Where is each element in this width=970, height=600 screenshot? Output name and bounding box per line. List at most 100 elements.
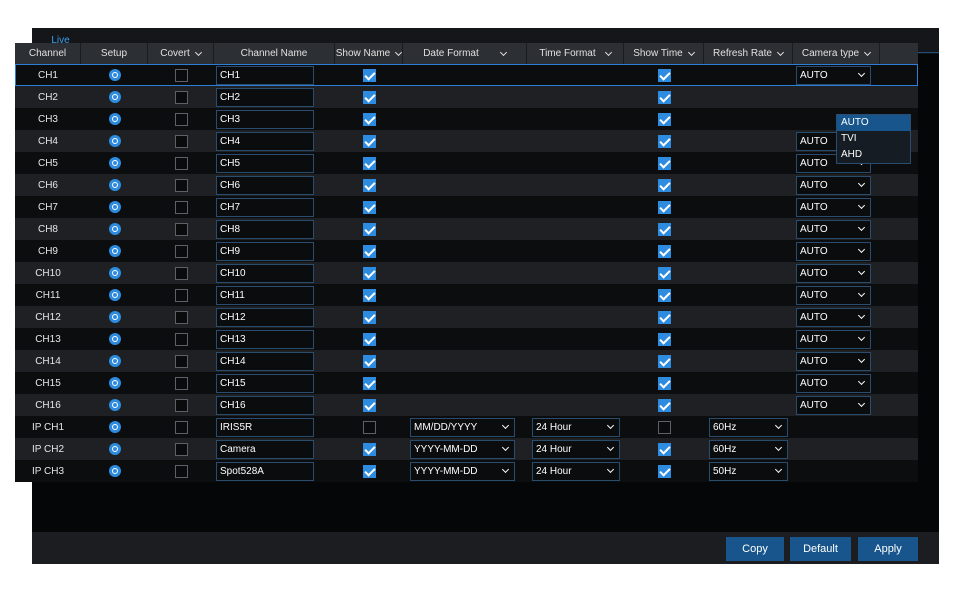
date-format-select[interactable]: YYYY-MM-DD <box>410 439 515 459</box>
table-row[interactable]: CH11 AUTO <box>15 284 918 306</box>
gear-icon[interactable] <box>108 267 121 279</box>
gear-icon[interactable] <box>108 399 121 411</box>
channel-name-field[interactable] <box>216 461 314 481</box>
show-time-checkbox[interactable] <box>657 244 671 258</box>
refresh-rate-select[interactable]: 60Hz <box>709 417 788 437</box>
show-name-checkbox[interactable] <box>362 244 376 258</box>
channel-name-field[interactable] <box>216 197 314 217</box>
show-name-checkbox[interactable] <box>362 332 376 346</box>
channel-name-field[interactable] <box>216 131 314 151</box>
gear-icon[interactable] <box>108 135 121 147</box>
show-name-checkbox[interactable] <box>362 420 376 434</box>
covert-checkbox[interactable] <box>174 134 188 148</box>
table-row[interactable]: CH13 AUTO <box>15 328 918 350</box>
show-time-checkbox[interactable] <box>657 354 671 368</box>
camera-type-select[interactable]: AUTO <box>796 241 871 261</box>
show-name-checkbox[interactable] <box>362 200 376 214</box>
show-time-checkbox[interactable] <box>657 222 671 236</box>
channel-name-field[interactable] <box>216 219 314 239</box>
channel-name-field[interactable] <box>216 65 314 85</box>
channel-name-field[interactable] <box>216 395 314 415</box>
show-time-checkbox[interactable] <box>657 398 671 412</box>
show-time-checkbox[interactable] <box>657 90 671 104</box>
channel-name-field[interactable] <box>216 439 314 459</box>
covert-checkbox[interactable] <box>174 420 188 434</box>
gear-icon[interactable] <box>108 113 121 125</box>
show-time-checkbox[interactable] <box>657 310 671 324</box>
covert-checkbox[interactable] <box>174 90 188 104</box>
covert-checkbox[interactable] <box>174 354 188 368</box>
table-row[interactable]: CH10 AUTO <box>15 262 918 284</box>
header-covert[interactable]: Covert <box>148 43 214 64</box>
show-time-checkbox[interactable] <box>657 376 671 390</box>
table-row[interactable]: CH1 AUTO <box>15 64 918 86</box>
copy-button[interactable]: Copy <box>726 537 784 561</box>
time-format-select[interactable]: 24 Hour <box>532 461 620 481</box>
table-row[interactable]: CH16 AUTO <box>15 394 918 416</box>
camera-type-select[interactable]: AUTO <box>796 175 871 195</box>
show-time-checkbox[interactable] <box>657 442 671 456</box>
table-row[interactable]: IP CH2 YYYY-MM-DD 24 Hour 60Hz <box>15 438 918 460</box>
channel-name-field[interactable] <box>216 87 314 107</box>
show-time-checkbox[interactable] <box>657 266 671 280</box>
show-name-checkbox[interactable] <box>362 442 376 456</box>
show-time-checkbox[interactable] <box>657 420 671 434</box>
refresh-rate-select[interactable]: 60Hz <box>709 439 788 459</box>
show-name-checkbox[interactable] <box>362 310 376 324</box>
table-row[interactable]: CH5AUTO <box>15 152 918 174</box>
show-name-checkbox[interactable] <box>362 376 376 390</box>
channel-name-field[interactable] <box>216 285 314 305</box>
gear-icon[interactable] <box>108 91 121 103</box>
show-name-checkbox[interactable] <box>362 354 376 368</box>
show-time-checkbox[interactable] <box>657 68 671 82</box>
channel-name-field[interactable] <box>216 329 314 349</box>
table-row[interactable]: IP CH1 MM/DD/YYYY 24 Hour 60Hz <box>15 416 918 438</box>
camera-type-select[interactable]: AUTO <box>796 65 871 85</box>
gear-icon[interactable] <box>108 289 121 301</box>
show-name-checkbox[interactable] <box>362 134 376 148</box>
date-format-select[interactable]: YYYY-MM-DD <box>410 461 515 481</box>
channel-name-field[interactable] <box>216 153 314 173</box>
channel-name-field[interactable] <box>216 307 314 327</box>
show-name-checkbox[interactable] <box>362 178 376 192</box>
show-time-checkbox[interactable] <box>657 200 671 214</box>
gear-icon[interactable] <box>108 333 121 345</box>
show-name-checkbox[interactable] <box>362 112 376 126</box>
covert-checkbox[interactable] <box>174 266 188 280</box>
channel-name-field[interactable] <box>216 109 314 129</box>
show-time-checkbox[interactable] <box>657 178 671 192</box>
gear-icon[interactable] <box>108 443 121 455</box>
covert-checkbox[interactable] <box>174 200 188 214</box>
gear-icon[interactable] <box>108 421 121 433</box>
covert-checkbox[interactable] <box>174 376 188 390</box>
channel-name-field[interactable] <box>216 351 314 371</box>
header-camera-type[interactable]: Camera type <box>793 43 880 64</box>
camera-type-select[interactable]: AUTO <box>796 395 871 415</box>
header-show-name[interactable]: Show Name <box>335 43 403 64</box>
table-row[interactable]: CH8 AUTO <box>15 218 918 240</box>
table-row[interactable]: CH7 AUTO <box>15 196 918 218</box>
table-row[interactable]: IP CH3 YYYY-MM-DD 24 Hour 50Hz <box>15 460 918 482</box>
covert-checkbox[interactable] <box>174 112 188 126</box>
channel-name-field[interactable] <box>216 263 314 283</box>
covert-checkbox[interactable] <box>174 222 188 236</box>
table-row[interactable]: CH14 AUTO <box>15 350 918 372</box>
table-row[interactable]: CH2 <box>15 86 918 108</box>
gear-icon[interactable] <box>108 157 121 169</box>
table-row[interactable]: CH4AUTO <box>15 130 918 152</box>
time-format-select[interactable]: 24 Hour <box>532 417 620 437</box>
gear-icon[interactable] <box>108 355 121 367</box>
table-row[interactable]: CH15 AUTO <box>15 372 918 394</box>
show-name-checkbox[interactable] <box>362 68 376 82</box>
camera-type-option[interactable]: TVI <box>837 131 910 147</box>
apply-button[interactable]: Apply <box>858 537 918 561</box>
gear-icon[interactable] <box>108 179 121 191</box>
show-name-checkbox[interactable] <box>362 90 376 104</box>
show-name-checkbox[interactable] <box>362 398 376 412</box>
header-show-time[interactable]: Show Time <box>624 43 704 64</box>
time-format-select[interactable]: 24 Hour <box>532 439 620 459</box>
channel-name-field[interactable] <box>216 175 314 195</box>
table-row[interactable]: CH6 AUTO <box>15 174 918 196</box>
header-time-format[interactable]: Time Format <box>527 43 624 64</box>
table-row[interactable]: CH12 AUTO <box>15 306 918 328</box>
